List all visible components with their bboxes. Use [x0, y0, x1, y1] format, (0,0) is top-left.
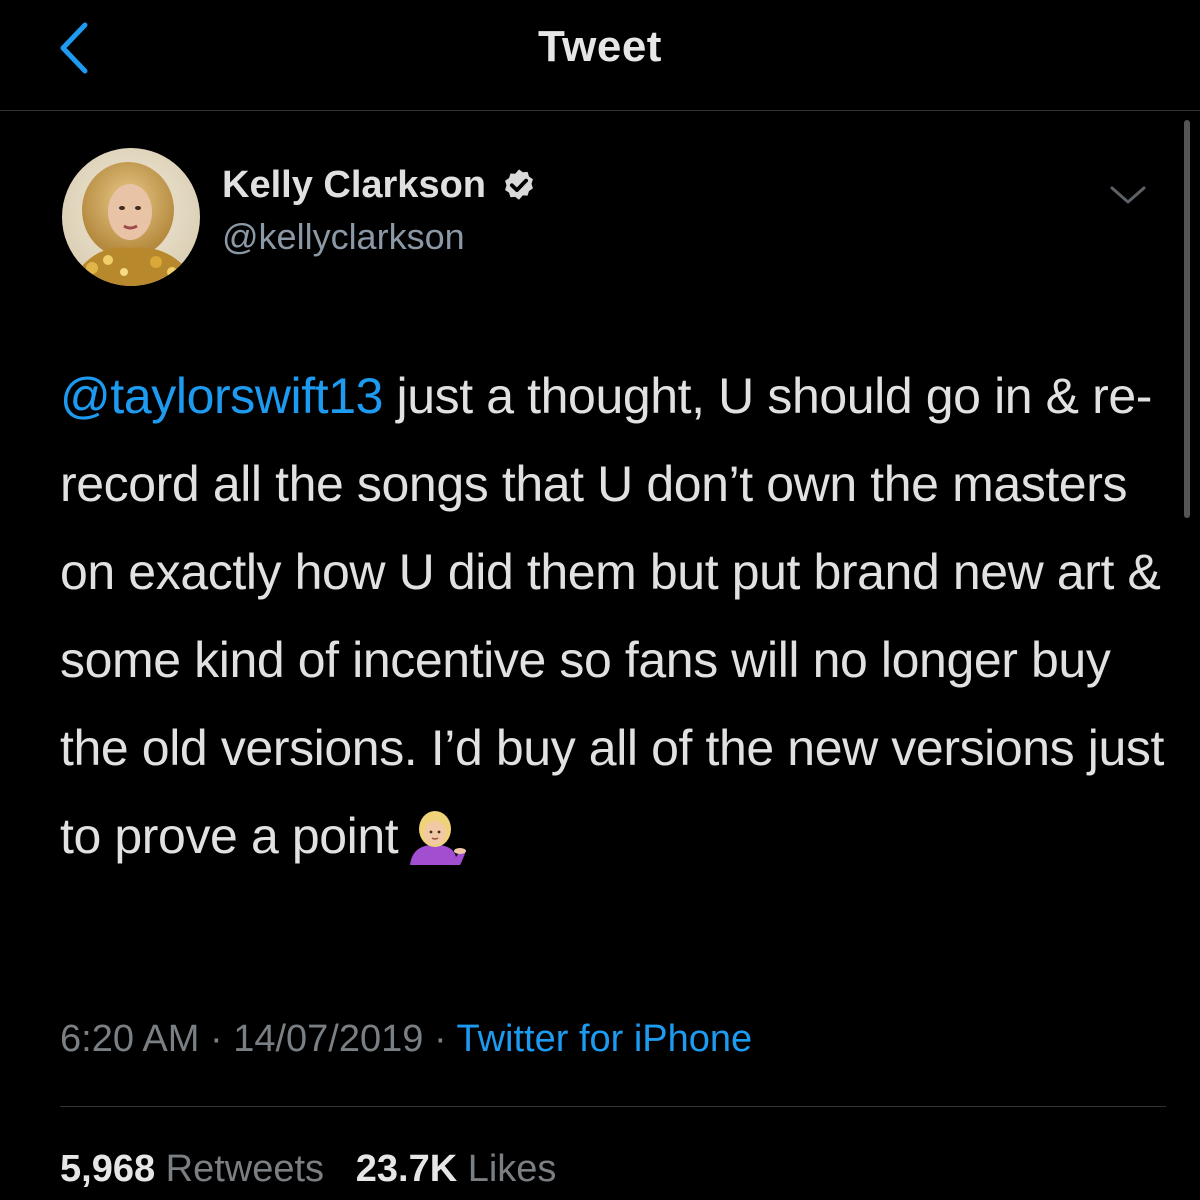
tweet-text: @taylorswift13 just a thought, U should … — [60, 352, 1170, 880]
author-name-text: Kelly Clarkson — [222, 164, 486, 206]
retweets-label: Retweets — [165, 1148, 325, 1190]
retweets-stat[interactable]: 5,968 Retweets — [60, 1148, 335, 1190]
verified-badge-icon — [505, 168, 533, 200]
chevron-down-icon[interactable] — [1108, 180, 1148, 210]
page-title: Tweet — [538, 22, 662, 71]
avatar[interactable] — [62, 148, 200, 286]
likes-label: Likes — [467, 1148, 557, 1190]
tweet-date: 14/07/2019 — [233, 1018, 424, 1060]
likes-count: 23.7K — [355, 1148, 458, 1190]
tweet-source-link[interactable]: Twitter for iPhone — [456, 1018, 752, 1060]
meta-separator: · — [433, 1018, 447, 1060]
author-handle[interactable]: @kellyclarkson — [222, 216, 465, 258]
top-bar: Tweet — [0, 0, 1200, 111]
tweet-body-text: just a thought, U should go in & re-reco… — [60, 368, 1164, 864]
person-tipping-hand-emoji — [410, 811, 467, 865]
meta-separator: · — [209, 1018, 223, 1060]
scrollbar[interactable] — [1184, 120, 1190, 518]
tweet-time: 6:20 AM — [60, 1018, 200, 1060]
author-name[interactable]: Kelly Clarkson — [222, 164, 538, 207]
mention-link[interactable]: @taylorswift13 — [60, 368, 383, 424]
retweets-count: 5,968 — [60, 1148, 156, 1190]
likes-stat[interactable]: 23.7K Likes — [356, 1148, 557, 1190]
tweet-meta: 6:20 AM · 14/07/2019 · Twitter for iPhon… — [60, 1018, 752, 1061]
tweet-stats: 5,968 Retweets 23.7K Likes — [60, 1148, 556, 1191]
divider — [60, 1106, 1166, 1107]
